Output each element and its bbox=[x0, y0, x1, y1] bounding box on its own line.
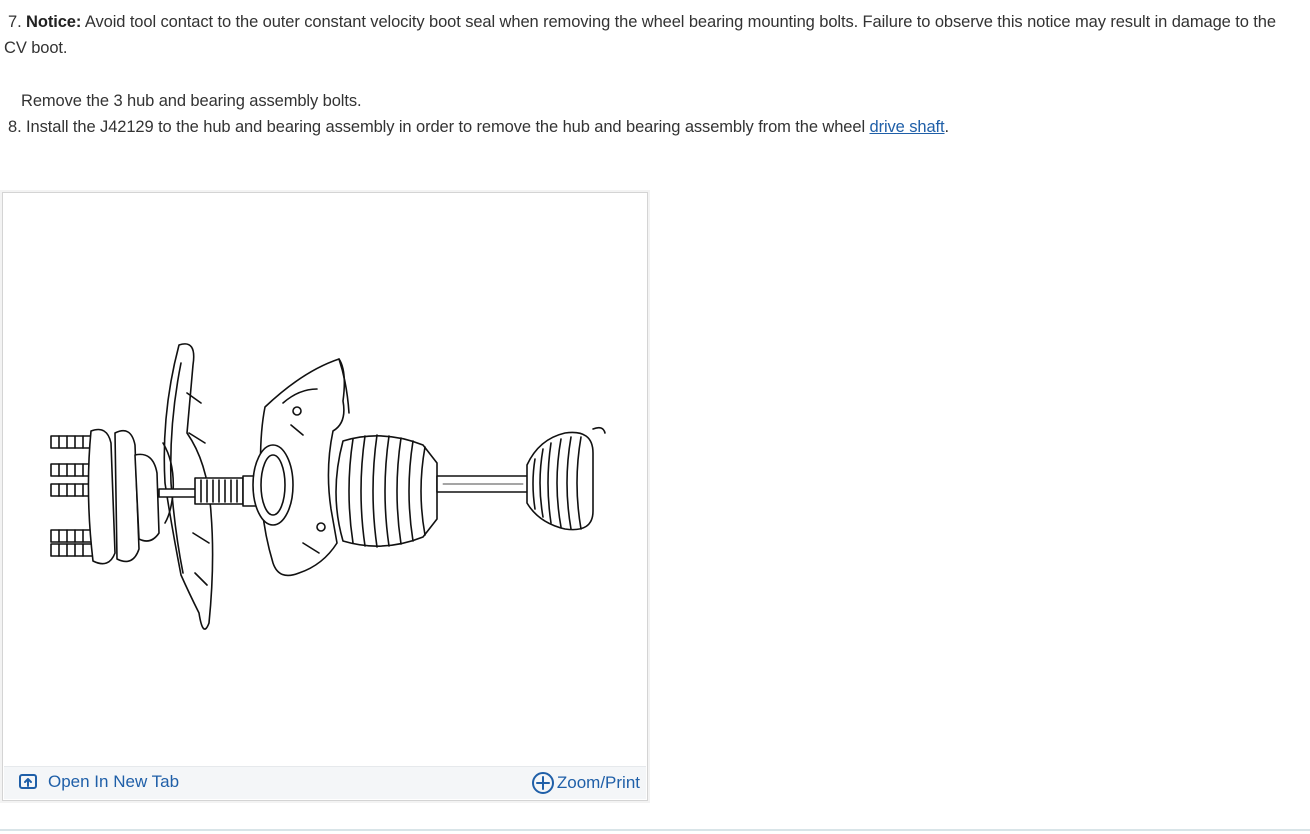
steering-knuckle bbox=[252, 358, 350, 577]
step-8: 8. Install the J42129 to the hub and bea… bbox=[8, 114, 949, 140]
zoom-print-label: Zoom/Print bbox=[556, 773, 640, 792]
step-8-text: Install the J42129 to the hub and bearin… bbox=[21, 118, 870, 136]
cv-boot-outer bbox=[335, 434, 438, 548]
substep-text: Remove the 3 hub and bearing assembly bo… bbox=[21, 92, 362, 110]
drive-shaft-link[interactable]: drive shaft bbox=[870, 118, 945, 136]
step-8-number: 8. bbox=[8, 118, 22, 136]
hub-bearing-drawing bbox=[50, 343, 606, 630]
step-7-number: 7. bbox=[8, 13, 22, 31]
cv-boot-inner bbox=[526, 426, 606, 531]
step-7-text: Avoid tool contact to the outer constant… bbox=[4, 13, 1276, 57]
step-7: 7. Notice: Avoid tool contact to the out… bbox=[4, 9, 1294, 61]
drive-shaft bbox=[436, 475, 530, 493]
notice-label: Notice: bbox=[26, 13, 82, 31]
step-8-trailing: . bbox=[944, 118, 950, 136]
open-in-new-tab-button[interactable]: Open In New Tab bbox=[18, 772, 179, 792]
zoom-print-button[interactable]: Zoom/Print bbox=[531, 771, 640, 795]
figure-toolbar: Open In New Tab Zoom/Print bbox=[4, 766, 646, 799]
open-in-new-tab-label: Open In New Tab bbox=[48, 772, 180, 791]
hub-flange bbox=[87, 428, 160, 565]
open-in-new-tab-icon bbox=[19, 774, 37, 789]
figure-container: Open In New Tab Zoom/Print bbox=[2, 192, 648, 801]
substep-remove-bolts: Remove the 3 hub and bearing assembly bo… bbox=[21, 88, 362, 114]
bottom-divider bbox=[0, 829, 1310, 831]
zoom-plus-icon bbox=[531, 772, 554, 794]
